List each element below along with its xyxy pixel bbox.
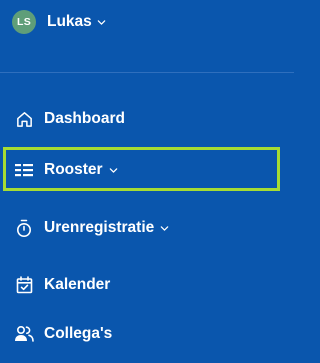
chevron-down-icon xyxy=(160,224,169,233)
sidebar-item-collegas[interactable]: Collega's xyxy=(0,315,294,353)
sidebar-item-label: Kalender xyxy=(44,276,111,293)
sidebar-item-label: Urenregistratie xyxy=(44,219,155,236)
schedule-icon xyxy=(14,160,34,180)
sidebar-item-urenregistratie[interactable]: Urenregistratie xyxy=(0,209,294,247)
sidebar-item-label-wrap: Urenregistratie xyxy=(44,219,169,237)
avatar: LS xyxy=(12,10,36,34)
user-menu-button[interactable]: LS Lukas xyxy=(12,10,106,34)
sidebar-item-label: Rooster xyxy=(44,161,103,178)
stopwatch-icon xyxy=(14,218,34,238)
chevron-down-icon xyxy=(97,18,106,27)
calendar-check-icon xyxy=(14,275,34,295)
home-icon xyxy=(14,109,34,129)
divider xyxy=(0,72,294,73)
chevron-down-icon xyxy=(109,166,118,175)
sidebar-item-label: Collega's xyxy=(44,325,113,342)
sidebar-item-kalender[interactable]: Kalender xyxy=(0,266,294,304)
users-icon xyxy=(14,324,34,344)
sidebar-item-label-wrap: Rooster xyxy=(44,161,118,179)
sidebar-item-rooster[interactable]: Rooster xyxy=(0,151,294,189)
sidebar-item-dashboard[interactable]: Dashboard xyxy=(0,100,294,138)
user-name: Lukas xyxy=(47,13,92,30)
sidebar: LS Lukas Dashboard Rooster Urenregistrat… xyxy=(0,0,294,363)
sidebar-item-label: Dashboard xyxy=(44,110,125,127)
